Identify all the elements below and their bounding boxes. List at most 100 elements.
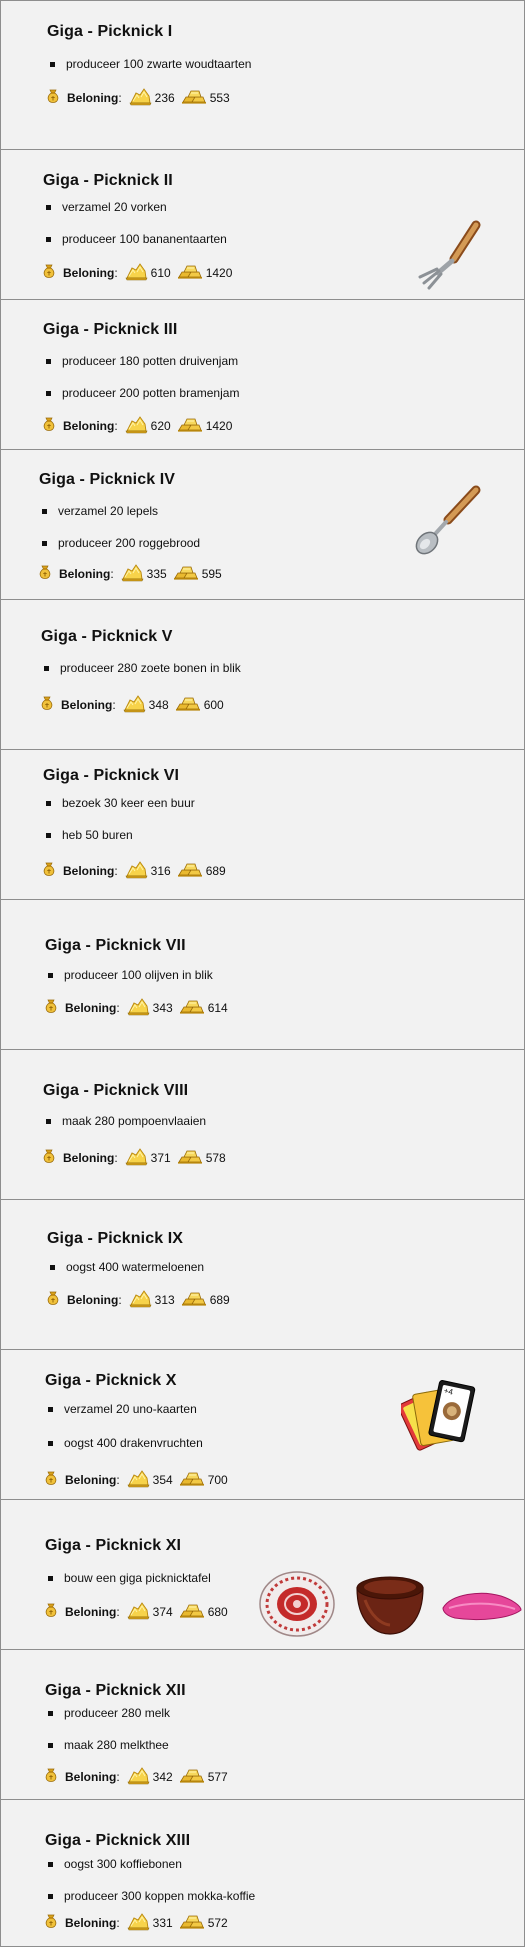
task-text: oogst 400 drakenvruchten (64, 1436, 203, 1450)
gold-bars-icon (179, 1912, 205, 1933)
money-bag-icon (41, 861, 57, 880)
bullet-icon (42, 508, 47, 514)
quest-title: Giga - Picknick III (43, 321, 178, 338)
reward-label: Beloning (63, 1150, 115, 1165)
money-bag-icon (45, 88, 61, 107)
reward-colon: : (118, 90, 122, 105)
quest-task: maak 280 pompoenvlaaien (46, 1114, 206, 1128)
quest-task: bouw een giga picknicktafel (48, 1571, 211, 1585)
bullet-icon (50, 1264, 55, 1270)
reward-colon: : (116, 1769, 120, 1784)
quest-list: Giga - Picknick I produceer 100 zwarte wo… (0, 0, 525, 1947)
coins-icon (128, 1288, 152, 1311)
task-text: produceer 280 melk (64, 1706, 171, 1720)
quest-task: produceer 280 melk (48, 1706, 170, 1720)
reward-coins: 374 (152, 1604, 173, 1619)
task-text: produceer 180 potten druivenjam (62, 354, 239, 368)
task-text: maak 280 pompoenvlaaien (62, 1114, 207, 1128)
reward-xp: 572 (207, 1915, 228, 1930)
reward-row: Beloning: 316 689 (41, 859, 232, 882)
reward-colon: : (114, 863, 118, 878)
reward-label: Beloning (65, 1915, 117, 1930)
task-text: produceer 100 zwarte woudtaarten (66, 57, 252, 71)
quest-task: produceer 100 zwarte woudtaarten (50, 57, 251, 71)
reward-xp: 689 (209, 1292, 230, 1307)
gold-bars-icon (173, 563, 199, 584)
bullet-icon (50, 61, 55, 67)
quest-card: Giga - Picknick X verzamel 20 uno-kaarten… (0, 1350, 525, 1500)
gold-bars-icon (179, 1469, 205, 1490)
task-text: produceer 100 olijven in blik (64, 968, 213, 982)
quest-title: Giga - Picknick I (47, 23, 173, 40)
task-text: bouw een giga picknicktafel (64, 1571, 211, 1585)
bullet-icon (48, 1893, 53, 1899)
reward-coins: 313 (154, 1292, 175, 1307)
quest-task: produceer 300 koppen mokka-koffie (48, 1889, 255, 1903)
bowl-icon (351, 1570, 429, 1638)
quest-card: Giga - Picknick XII produceer 280 melk maa… (0, 1650, 525, 1800)
quest-task: produceer 280 zoete bonen in blik (44, 661, 241, 675)
task-text: produceer 200 potten bramenjam (62, 386, 240, 400)
quest-card: Giga - Picknick V produceer 280 zoete bon… (0, 600, 525, 750)
quest-card: Giga - Picknick III produceer 180 potten … (0, 300, 525, 450)
reward-colon: : (116, 1000, 120, 1015)
spoon-icon (406, 480, 486, 560)
quest-title: Giga - Picknick XII (45, 1682, 186, 1699)
money-bag-icon (41, 263, 57, 282)
coins-icon (124, 414, 148, 437)
gold-bars-icon (179, 1766, 205, 1787)
reward-colon: : (116, 1472, 120, 1487)
reward-xp: 700 (207, 1472, 228, 1487)
reward-colon: : (116, 1604, 120, 1619)
quest-task: verzamel 20 lepels (42, 504, 158, 518)
coins-icon (124, 1146, 148, 1169)
money-bag-icon (41, 1148, 57, 1167)
quest-title: Giga - Picknick X (45, 1372, 177, 1389)
quest-card: Giga - Picknick XIII oogst 300 koffiebone… (0, 1800, 525, 1947)
money-bag-icon (45, 1290, 61, 1309)
quest-card: Giga - Picknick IV verzamel 20 lepels prod… (0, 450, 525, 600)
quest-task: oogst 400 drakenvruchten (48, 1436, 203, 1450)
reward-coins: 236 (154, 90, 175, 105)
quest-card: Giga - Picknick I produceer 100 zwarte wo… (0, 0, 525, 150)
reward-xp: 1420 (205, 418, 233, 433)
fork-icon (406, 213, 486, 293)
task-text: maak 280 melkthee (64, 1738, 169, 1752)
quest-card: Giga - Picknick XI bouw een giga picknick… (0, 1500, 525, 1650)
task-text: produceer 280 zoete bonen in blik (60, 661, 241, 675)
bullet-icon (48, 972, 53, 978)
bullet-icon (48, 1406, 53, 1412)
bullet-icon (48, 1710, 53, 1716)
bullet-icon (48, 1742, 53, 1748)
quest-task: maak 280 melkthee (48, 1738, 169, 1752)
quest-card: Giga - Picknick VIII maak 280 pompoenvlaa… (0, 1050, 525, 1200)
reward-coins: 316 (150, 863, 171, 878)
bullet-icon (46, 358, 51, 364)
money-bag-icon (43, 1913, 59, 1932)
reward-coins: 354 (152, 1472, 173, 1487)
coins-icon (124, 261, 148, 284)
quest-title: Giga - Picknick XI (45, 1537, 182, 1554)
plate-icon (258, 1570, 336, 1638)
reward-xp: 577 (207, 1769, 228, 1784)
quest-task: produceer 100 bananentaarten (46, 232, 227, 246)
reward-row: Beloning: 331 572 (43, 1911, 234, 1934)
gold-bars-icon (179, 997, 205, 1018)
quest-task: oogst 300 koffiebonen (48, 1857, 182, 1871)
quest-card: Giga - Picknick IX oogst 400 watermeloene… (0, 1200, 525, 1350)
reward-row: Beloning: 236 553 (45, 86, 236, 109)
task-text: bezoek 30 keer een buur (62, 796, 195, 810)
money-bag-icon (43, 1602, 59, 1621)
coins-icon (122, 693, 146, 716)
uno-cards-icon: +4 (397, 1375, 476, 1455)
reward-label: Beloning (67, 1292, 119, 1307)
quest-title: Giga - Picknick VII (45, 937, 186, 954)
reward-colon: : (114, 418, 118, 433)
coins-icon (128, 86, 152, 109)
reward-colon: : (114, 1150, 118, 1165)
bullet-icon (42, 540, 47, 546)
task-text: produceer 200 roggebrood (58, 536, 201, 550)
reward-colon: : (112, 697, 116, 712)
bullet-icon (46, 832, 51, 838)
reward-xp: 680 (207, 1604, 228, 1619)
